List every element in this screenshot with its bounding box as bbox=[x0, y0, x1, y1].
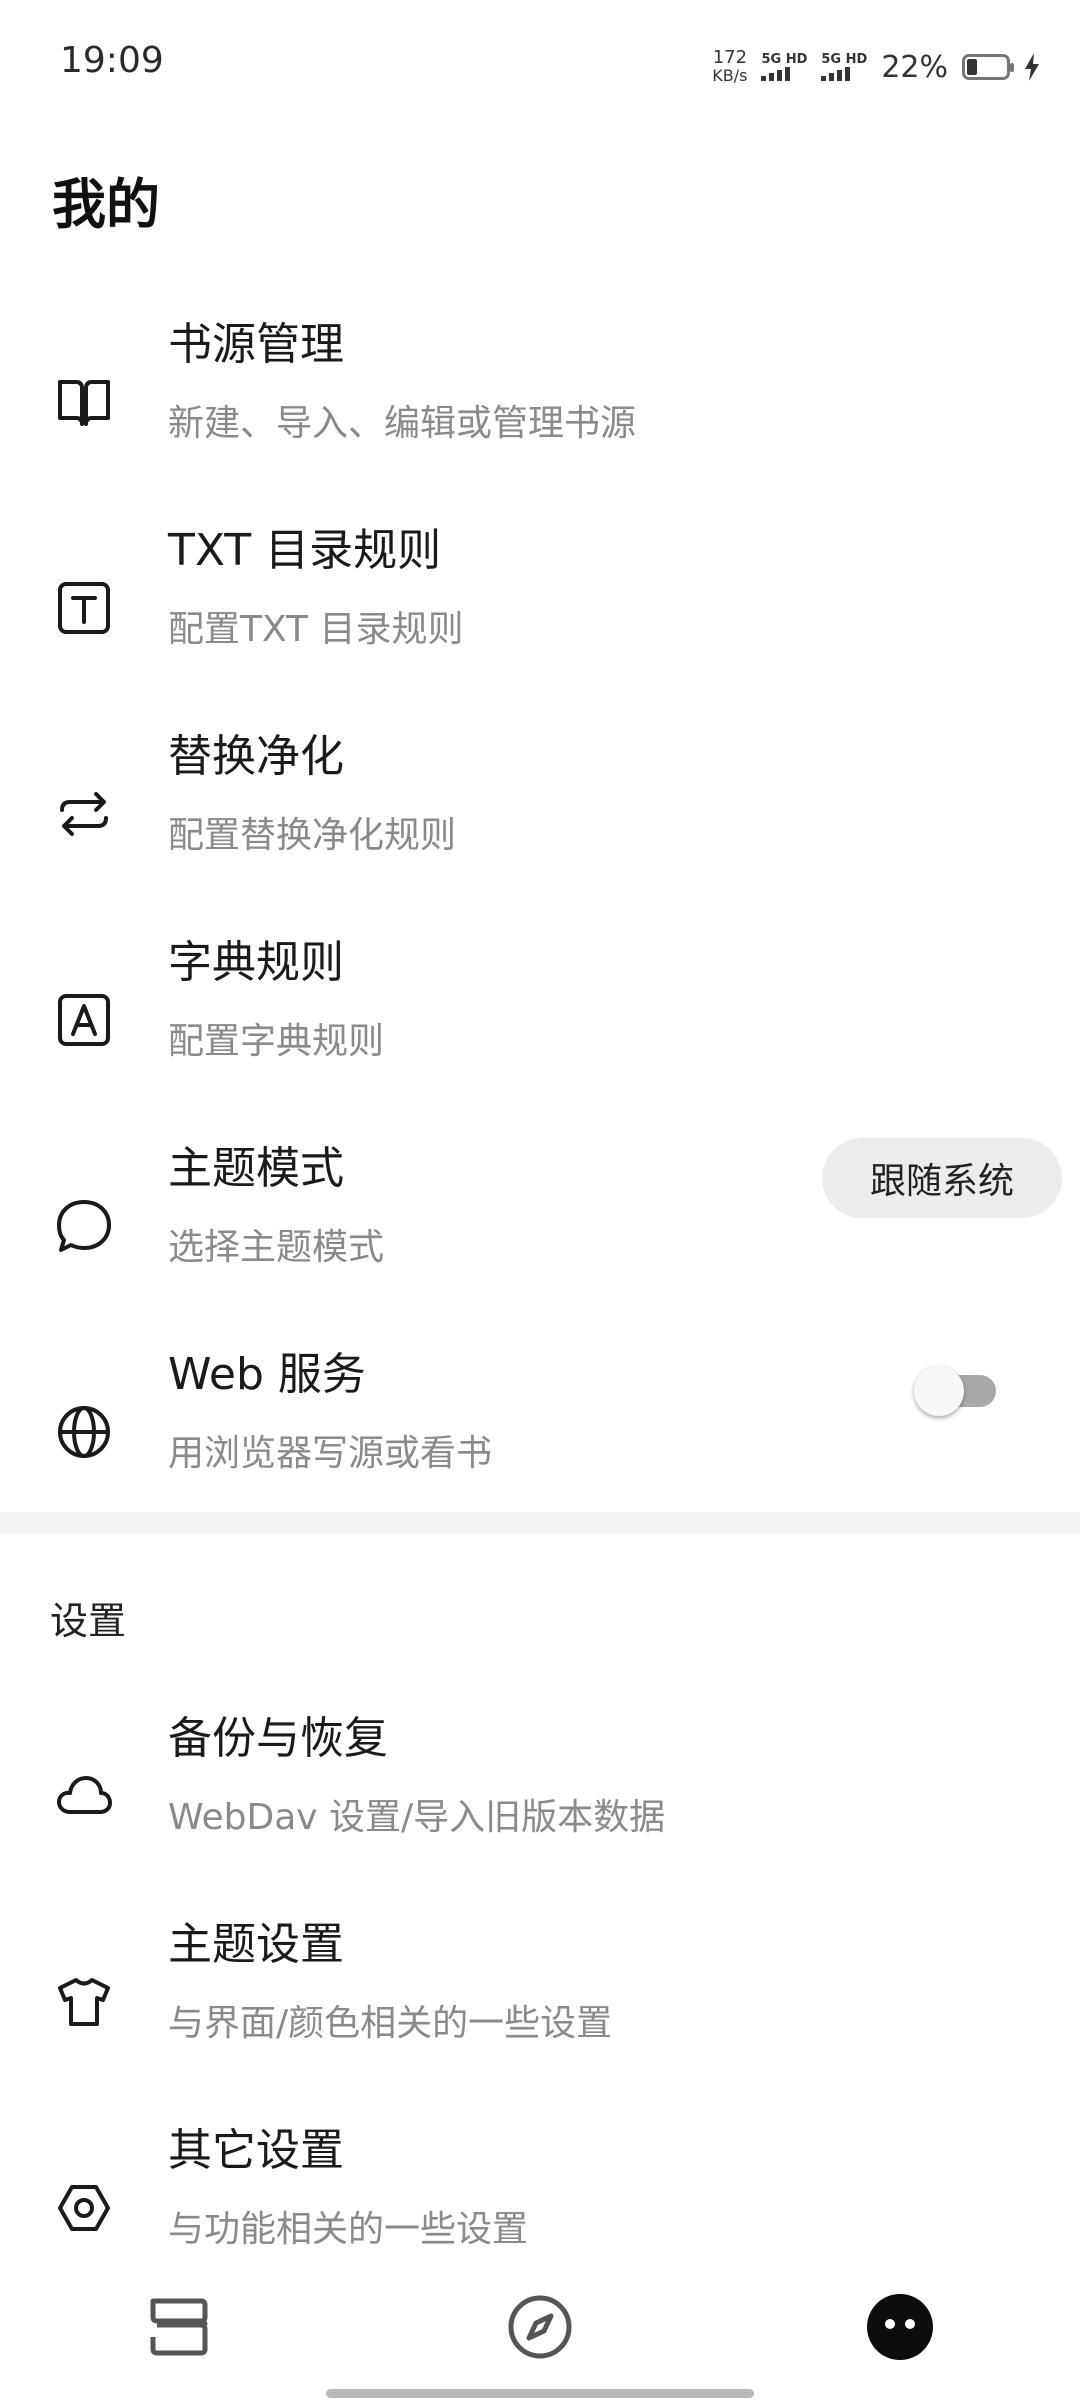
status-indicators: 172 KB/s 5G HD 5G HD 22% bbox=[712, 42, 1040, 92]
swap-icon bbox=[50, 780, 118, 848]
menu-item-book-source[interactable]: 书源管理 新建、导入、编辑或管理书源 bbox=[0, 308, 1080, 514]
menu-item-title: 备份与恢复 bbox=[168, 1713, 388, 1764]
menu-item-subtitle: 配置TXT 目录规则 bbox=[168, 609, 464, 650]
sim1-signal: 5G HD bbox=[761, 53, 807, 81]
nav-profile[interactable] bbox=[855, 2282, 945, 2372]
dictionary-a-icon bbox=[50, 986, 118, 1054]
cloud-icon bbox=[50, 1762, 118, 1830]
status-time: 19:09 bbox=[60, 40, 164, 81]
bottom-navigation bbox=[0, 2282, 1080, 2392]
menu-item-subtitle: 与功能相关的一些设置 bbox=[168, 2209, 529, 2250]
menu-item-dictionary-rules[interactable]: 字典规则 配置字典规则 bbox=[0, 926, 1080, 1132]
network-speed: 172 KB/s bbox=[712, 49, 747, 85]
bookshelf-icon bbox=[150, 2298, 208, 2356]
tshirt-icon bbox=[50, 1968, 118, 2036]
menu-item-subtitle: 用浏览器写源或看书 bbox=[168, 1433, 493, 1474]
chat-bubble-icon bbox=[50, 1192, 118, 1260]
web-service-toggle[interactable] bbox=[914, 1366, 998, 1416]
hexagon-settings-icon bbox=[50, 2174, 118, 2242]
nav-bookshelf[interactable] bbox=[134, 2282, 224, 2372]
menu-item-subtitle: 配置替换净化规则 bbox=[168, 815, 457, 856]
text-t-icon bbox=[50, 574, 118, 642]
status-bar: 19:09 172 KB/s 5G HD 5G HD 22% bbox=[0, 0, 1080, 130]
menu-item-title: 书源管理 bbox=[168, 319, 344, 370]
menu-item-backup-restore[interactable]: 备份与恢复 WebDav 设置/导入旧版本数据 bbox=[0, 1702, 1080, 1908]
menu-item-subtitle: WebDav 设置/导入旧版本数据 bbox=[168, 1797, 666, 1838]
section-label-settings: 设置 bbox=[50, 1599, 127, 1643]
menu-item-txt-toc-rules[interactable]: TXT 目录规则 配置TXT 目录规则 bbox=[0, 514, 1080, 720]
menu-item-title: 主题模式 bbox=[168, 1143, 344, 1194]
speed-value: 172 bbox=[712, 47, 748, 68]
sim1-label: 5G HD bbox=[761, 52, 808, 67]
signal-bars-icon bbox=[821, 67, 851, 81]
profile-icon bbox=[867, 2294, 933, 2360]
menu-item-subtitle: 选择主题模式 bbox=[168, 1227, 385, 1268]
nav-discover[interactable] bbox=[495, 2282, 585, 2372]
menu-item-title: Web 服务 bbox=[168, 1349, 366, 1400]
menu-item-subtitle: 配置字典规则 bbox=[168, 1021, 385, 1062]
battery-percent: 22% bbox=[881, 49, 948, 85]
menu-item-theme-mode[interactable]: 主题模式 选择主题模式 跟随系统 bbox=[0, 1132, 1080, 1338]
speed-unit: KB/s bbox=[712, 66, 748, 85]
menu-item-subtitle: 新建、导入、编辑或管理书源 bbox=[168, 403, 637, 444]
battery-icon bbox=[962, 54, 1014, 80]
sim2-label: 5G HD bbox=[821, 52, 868, 67]
menu-item-theme-settings[interactable]: 主题设置 与界面/颜色相关的一些设置 bbox=[0, 1908, 1080, 2114]
signal-bars-icon bbox=[761, 67, 791, 81]
charging-bolt-icon bbox=[1025, 53, 1039, 81]
menu-item-title: 字典规则 bbox=[168, 937, 344, 988]
section-divider bbox=[0, 1512, 1080, 1534]
menu-item-subtitle: 与界面/颜色相关的一些设置 bbox=[168, 2003, 613, 2044]
book-icon bbox=[50, 368, 118, 436]
menu-item-title: 主题设置 bbox=[168, 1919, 344, 1970]
menu-item-replace-purify[interactable]: 替换净化 配置替换净化规则 bbox=[0, 720, 1080, 926]
page-title: 我的 bbox=[52, 173, 160, 236]
menu-item-title: TXT 目录规则 bbox=[168, 525, 442, 576]
toggle-knob bbox=[914, 1366, 964, 1416]
menu-item-title: 其它设置 bbox=[168, 2125, 344, 2176]
theme-mode-selector[interactable]: 跟随系统 bbox=[822, 1138, 1062, 1218]
compass-icon bbox=[508, 2295, 572, 2359]
menu-item-title: 替换净化 bbox=[168, 731, 344, 782]
sim2-signal: 5G HD bbox=[821, 53, 867, 81]
globe-icon bbox=[50, 1398, 118, 1466]
home-indicator[interactable] bbox=[326, 2389, 754, 2398]
